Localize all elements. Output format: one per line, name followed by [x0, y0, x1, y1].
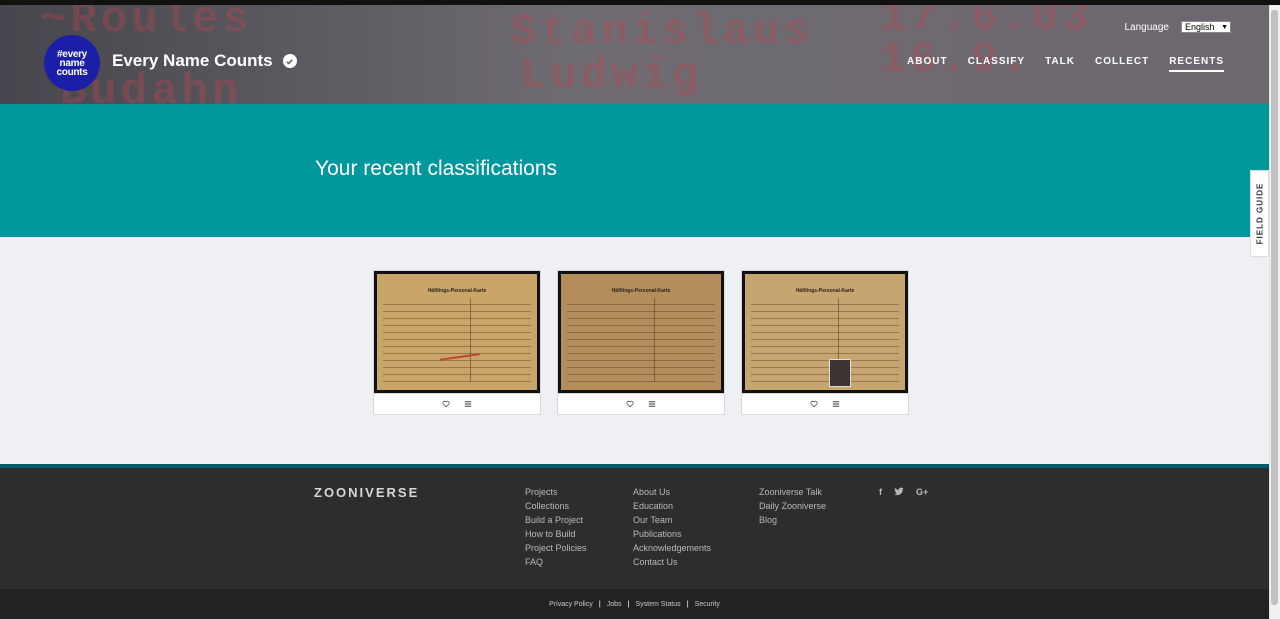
- footer-link[interactable]: Build a Project: [525, 515, 587, 526]
- footer-link[interactable]: Daily Zooniverse: [759, 501, 826, 512]
- field-guide-tab[interactable]: FIELD GUIDE: [1250, 170, 1269, 257]
- subject-document: Häftlings-Personal-Karte: [561, 274, 721, 390]
- page-banner: Your recent classifications: [0, 104, 1269, 237]
- footer-link[interactable]: Collections: [525, 501, 587, 512]
- doc-title: Häftlings-Personal-Karte: [611, 288, 671, 294]
- system-status-link[interactable]: System Status: [635, 601, 680, 608]
- list-icon[interactable]: [462, 398, 474, 410]
- project-nav: ABOUT CLASSIFY TALK COLLECT RECENTS: [907, 56, 1224, 72]
- footer-link[interactable]: About Us: [633, 487, 711, 498]
- heart-icon[interactable]: [808, 398, 820, 410]
- footer-link[interactable]: Publications: [633, 529, 711, 540]
- nav-collect[interactable]: COLLECT: [1095, 56, 1149, 72]
- project-header: ~Roules Stanislaus Ludwig 17.6.03 16.9. …: [0, 5, 1269, 104]
- chevron-down-icon: ▼: [1221, 23, 1228, 31]
- subject-thumbnail[interactable]: Häftlings-Personal-Karte: [374, 271, 540, 394]
- footer-link[interactable]: Education: [633, 501, 711, 512]
- facebook-icon[interactable]: f: [879, 487, 882, 498]
- prisoner-photo: [829, 359, 851, 387]
- footer-link[interactable]: Project Policies: [525, 543, 587, 554]
- footer-link[interactable]: Blog: [759, 515, 826, 526]
- card-actions: [742, 394, 908, 414]
- page-title: Your recent classifications: [315, 157, 558, 180]
- footer-legal: Privacy Policy | Jobs | System Status | …: [0, 589, 1269, 619]
- header-bg-text: Ludwig: [520, 51, 703, 101]
- footer-link[interactable]: Acknowledgements: [633, 543, 711, 554]
- subject-document: Häftlings-Personal-Karte: [377, 274, 537, 390]
- nav-classify[interactable]: CLASSIFY: [968, 56, 1025, 72]
- language-label: Language: [1124, 21, 1170, 33]
- privacy-policy-link[interactable]: Privacy Policy: [549, 601, 593, 608]
- recent-card: Häftlings-Personal-Karte: [373, 270, 541, 415]
- list-icon[interactable]: [646, 398, 658, 410]
- nav-recents[interactable]: RECENTS: [1169, 56, 1224, 72]
- google-plus-icon[interactable]: G+: [916, 487, 928, 498]
- card-actions: [374, 394, 540, 414]
- social-links: f G+: [879, 487, 928, 498]
- jobs-link[interactable]: Jobs: [607, 601, 622, 608]
- recent-card: Häftlings-Personal-Karte: [741, 270, 909, 415]
- project-title[interactable]: Every Name Counts: [112, 51, 297, 71]
- nav-about[interactable]: ABOUT: [907, 56, 948, 72]
- footer-links-about: About Us Education Our Team Publications…: [633, 487, 711, 568]
- list-icon[interactable]: [830, 398, 842, 410]
- footer-link[interactable]: Projects: [525, 487, 587, 498]
- heart-icon[interactable]: [440, 398, 452, 410]
- subject-thumbnail[interactable]: Häftlings-Personal-Karte: [742, 271, 908, 394]
- recent-classifications-list: Häftlings-Personal-Karte Häftlings-Perso…: [373, 270, 909, 415]
- footer-links-projects: Projects Collections Build a Project How…: [525, 487, 587, 568]
- language-dropdown[interactable]: English ▼: [1181, 21, 1231, 33]
- project-name: Every Name Counts: [112, 51, 273, 70]
- doc-title: Häftlings-Personal-Karte: [427, 288, 487, 294]
- header-bg-text: Stanislaus: [510, 7, 815, 57]
- language-value: English: [1185, 22, 1215, 32]
- project-logo[interactable]: #every name counts: [44, 35, 100, 91]
- scrollbar-thumb[interactable]: [1271, 10, 1278, 605]
- verified-badge-icon: [282, 54, 297, 68]
- heart-icon[interactable]: [624, 398, 636, 410]
- footer-link[interactable]: How to Build: [525, 529, 587, 540]
- footer-link[interactable]: Our Team: [633, 515, 711, 526]
- language-selector: Language English ▼: [1124, 21, 1231, 33]
- subject-thumbnail[interactable]: Häftlings-Personal-Karte: [558, 271, 724, 394]
- nav-talk[interactable]: TALK: [1045, 56, 1075, 72]
- logo-text: counts: [56, 66, 88, 78]
- footer-link[interactable]: Zooniverse Talk: [759, 487, 826, 498]
- footer-link[interactable]: FAQ: [525, 557, 587, 568]
- zooniverse-logo[interactable]: ZOONIVERSE: [314, 485, 419, 500]
- field-guide-label: FIELD GUIDE: [1255, 182, 1265, 245]
- twitter-icon[interactable]: [894, 487, 904, 498]
- card-actions: [558, 394, 724, 414]
- subject-document: Häftlings-Personal-Karte: [745, 274, 905, 390]
- site-footer: ZOONIVERSE Projects Collections Build a …: [0, 468, 1269, 589]
- footer-link[interactable]: Contact Us: [633, 557, 711, 568]
- footer-links-talk: Zooniverse Talk Daily Zooniverse Blog: [759, 487, 826, 526]
- recent-card: Häftlings-Personal-Karte: [557, 270, 725, 415]
- doc-title: Häftlings-Personal-Karte: [795, 288, 855, 294]
- security-link[interactable]: Security: [695, 601, 720, 608]
